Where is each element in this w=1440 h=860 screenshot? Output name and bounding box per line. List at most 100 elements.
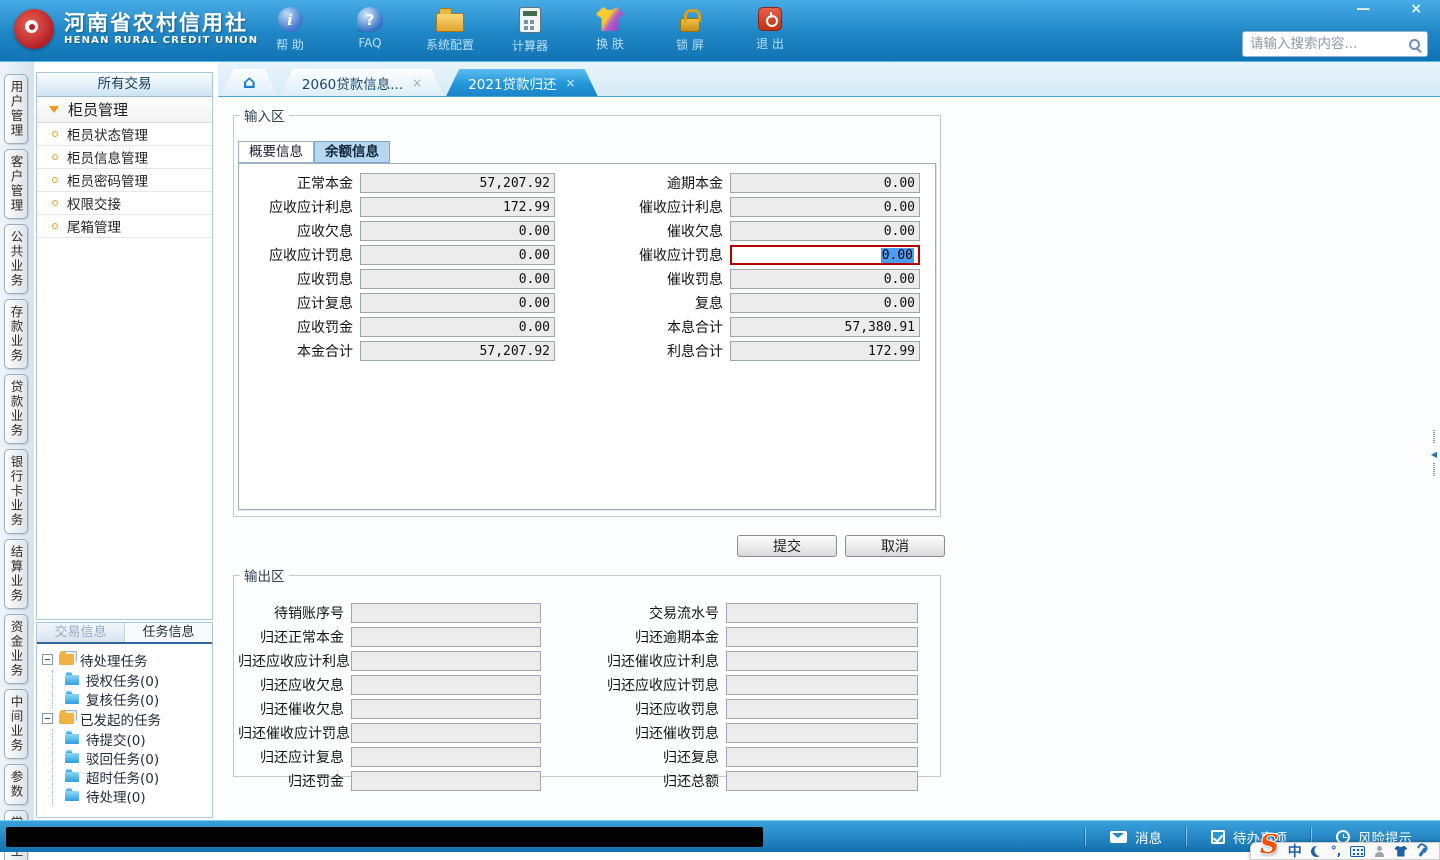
output-field[interactable]: [726, 627, 918, 647]
input-field[interactable]: 57,207.92: [360, 173, 555, 193]
toolbar-skin[interactable]: 换 肤: [582, 7, 638, 54]
bank-title: 河南省农村信用社: [64, 11, 248, 36]
moon-icon[interactable]: [1311, 846, 1322, 857]
side-tab-5[interactable]: 贷款业务: [4, 374, 28, 444]
panel-collapse-handle[interactable]: [1429, 430, 1439, 476]
search-input[interactable]: [1250, 36, 1404, 52]
input-field[interactable]: 0.00: [730, 293, 920, 313]
tree-child-row[interactable]: 待提交(0): [53, 729, 209, 749]
nav-item[interactable]: 尾箱管理: [37, 215, 212, 238]
tree-child-row[interactable]: 授权任务(0): [53, 670, 209, 690]
nav-item[interactable]: 柜员信息管理: [37, 146, 212, 169]
output-field[interactable]: [351, 651, 541, 671]
output-field[interactable]: [726, 603, 918, 623]
close-tab-icon[interactable]: [566, 76, 576, 90]
input-field[interactable]: 0.00: [360, 317, 555, 337]
toolbar-exit[interactable]: 退 出: [742, 7, 798, 54]
toolbar-faq[interactable]: FAQ: [342, 7, 398, 54]
tab-home[interactable]: [221, 69, 278, 96]
tab-loan-info-2060[interactable]: 2060贷款信息...: [280, 69, 444, 96]
ime-language-toggle[interactable]: 中: [1288, 841, 1302, 860]
output-field[interactable]: [726, 699, 918, 719]
output-field[interactable]: [351, 627, 541, 647]
field-label: 交易流水号: [649, 606, 719, 622]
cancel-button[interactable]: 取消: [845, 535, 945, 557]
output-field[interactable]: [351, 771, 541, 791]
tab-transaction-info[interactable]: 交易信息: [37, 623, 125, 642]
field-label: 归还应收应计利息: [238, 654, 350, 670]
tree-child-row[interactable]: 驳回任务(0): [53, 748, 209, 768]
side-tab-3[interactable]: 公共业务: [4, 224, 28, 294]
nav-item[interactable]: 柜员密码管理: [37, 169, 212, 192]
input-field[interactable]: 172.99: [730, 341, 920, 361]
input-field[interactable]: 0.00: [360, 293, 555, 313]
input-field-focused[interactable]: 0.00: [730, 245, 920, 265]
output-field[interactable]: [351, 675, 541, 695]
minimize-button[interactable]: —: [1348, 0, 1378, 18]
ime-logo-icon[interactable]: S: [1260, 832, 1279, 858]
tab-task-info[interactable]: 任务信息: [125, 623, 212, 642]
output-field[interactable]: [351, 747, 541, 767]
tree-child-row[interactable]: 超时任务(0): [53, 767, 209, 787]
toolbar-calculator[interactable]: 计算器: [502, 7, 558, 54]
side-tab-10[interactable]: 参数: [4, 763, 28, 805]
field-label: 待销账序号: [274, 606, 344, 622]
side-tab-1[interactable]: 用户管理: [4, 74, 28, 144]
field-label: 应收应计利息: [269, 200, 353, 216]
account-icon[interactable]: [1374, 845, 1385, 857]
statusbar-message[interactable]: 消息: [1086, 821, 1186, 852]
tree-children: 授权任务(0) 复核任务(0): [52, 670, 209, 709]
keyboard-icon[interactable]: [1350, 845, 1366, 857]
submit-button[interactable]: 提交: [737, 535, 837, 557]
tree-child-row[interactable]: 复核任务(0): [53, 689, 209, 709]
side-tab-2[interactable]: 客户管理: [4, 149, 28, 219]
tab-summary-info[interactable]: 概要信息: [238, 141, 314, 163]
input-field[interactable]: 0.00: [730, 197, 920, 217]
ime-skin-icon[interactable]: [1394, 845, 1408, 857]
output-field[interactable]: [726, 675, 918, 695]
output-field[interactable]: [726, 747, 918, 767]
input-field[interactable]: 0.00: [360, 245, 555, 265]
tree-parent-row[interactable]: 待处理任务: [42, 649, 209, 670]
output-field[interactable]: [351, 723, 541, 743]
nav-group-teller-management[interactable]: 柜员管理: [37, 97, 212, 123]
output-field[interactable]: [351, 699, 541, 719]
nav-item[interactable]: 权限交接: [37, 192, 212, 215]
output-field[interactable]: [351, 603, 541, 623]
input-field[interactable]: 172.99: [360, 197, 555, 217]
toolbar-system-config[interactable]: 系统配置: [422, 7, 478, 54]
punctuation-toggle[interactable]: °,: [1331, 844, 1342, 858]
input-field[interactable]: 57,380.91: [730, 317, 920, 337]
close-button[interactable]: ×: [1402, 0, 1430, 18]
task-info-panel: 交易信息 任务信息 待处理任务 授权任务(0) 复核任务(0) 已发起的任务 待提交(0…: [36, 622, 213, 818]
side-tab-6[interactable]: 银行卡业务: [4, 449, 28, 534]
field-label: 应收罚息: [297, 272, 353, 288]
side-tab-4[interactable]: 存款业务: [4, 299, 28, 369]
tree-child-row[interactable]: 待处理(0): [53, 786, 209, 806]
tree-children: 待提交(0) 驳回任务(0) 超时任务(0) 待处理(0): [52, 729, 209, 806]
output-field[interactable]: [726, 723, 918, 743]
search-box[interactable]: [1242, 31, 1428, 57]
collapse-toggle-icon[interactable]: [42, 713, 53, 724]
input-field[interactable]: 0.00: [360, 269, 555, 289]
input-field[interactable]: 0.00: [730, 221, 920, 241]
input-field[interactable]: 0.00: [730, 269, 920, 289]
output-field[interactable]: [726, 651, 918, 671]
side-tab-8[interactable]: 资金业务: [4, 613, 28, 684]
close-tab-icon[interactable]: [412, 76, 422, 90]
tab-loan-repayment-2021[interactable]: 2021贷款归还: [446, 69, 597, 96]
tab-balance-info[interactable]: 余额信息: [314, 141, 390, 163]
toolbar-lock-screen[interactable]: 锁 屏: [662, 7, 718, 54]
nav-item[interactable]: 柜员状态管理: [37, 123, 212, 146]
toolbar-help[interactable]: 帮 助: [262, 7, 318, 54]
output-field[interactable]: [726, 771, 918, 791]
input-field[interactable]: 0.00: [730, 173, 920, 193]
ime-settings-icon[interactable]: [1416, 845, 1428, 858]
side-tab-9[interactable]: 中间业务: [4, 688, 28, 759]
side-tab-7[interactable]: 结算业务: [4, 538, 28, 609]
input-field[interactable]: 57,207.92: [360, 341, 555, 361]
search-icon[interactable]: [1409, 38, 1420, 50]
collapse-toggle-icon[interactable]: [42, 654, 53, 665]
tree-parent-row[interactable]: 已发起的任务: [42, 708, 209, 729]
input-field[interactable]: 0.00: [360, 221, 555, 241]
